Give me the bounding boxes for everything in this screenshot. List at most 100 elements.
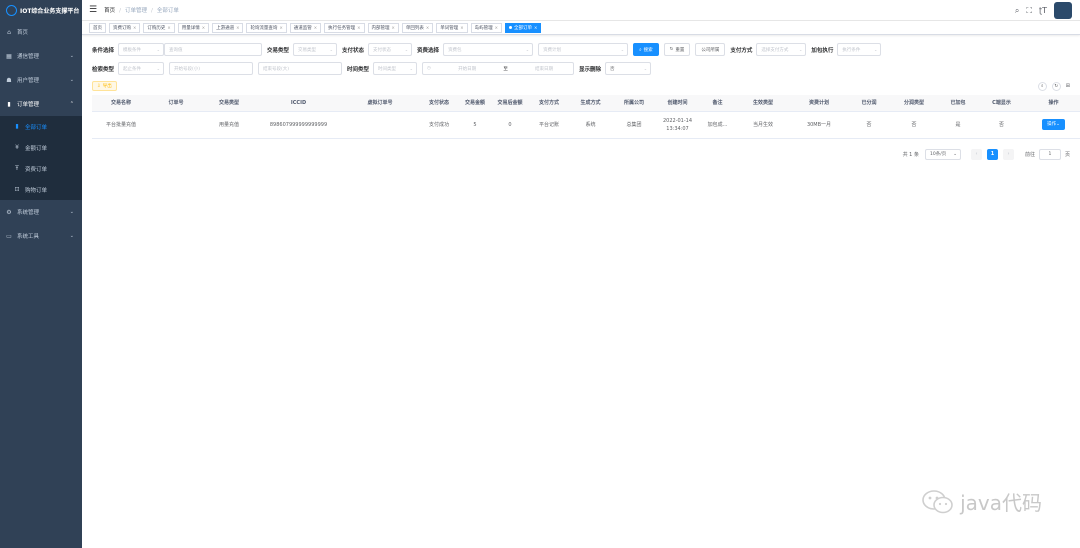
company-button[interactable]: 公司所属	[695, 43, 726, 56]
search-icon[interactable]: ⌕	[1015, 6, 1019, 16]
search-toggle-icon[interactable]: ⌕	[1037, 81, 1047, 91]
tab-9[interactable]: 单回列表 ×	[401, 22, 434, 33]
table-cell: 0	[491, 111, 529, 139]
close-icon[interactable]: ×	[426, 25, 429, 30]
column-header: 已分润	[848, 95, 890, 112]
table-cell: 否	[890, 111, 938, 139]
table-toolbar: ⇩ 导出 ⌕ ↻ ⊞	[92, 80, 1070, 92]
breadcrumb-home[interactable]: 首页	[104, 8, 115, 14]
table-cell: 是	[938, 111, 978, 139]
tab-0[interactable]: 首页	[89, 22, 106, 33]
column-header: C端显示	[978, 95, 1025, 112]
sidebar-item-shopping-orders[interactable]: ⊡ 购物订单	[0, 179, 82, 200]
close-icon[interactable]: ×	[236, 25, 239, 30]
search-button[interactable]: ⌕ 搜索	[633, 43, 659, 56]
calendar-icon: ◷	[427, 66, 431, 71]
sidebar-item-communication[interactable]: ▦ 通信管理 ⌄	[0, 44, 82, 68]
goto-label: 前往	[1024, 151, 1035, 158]
order-submenu: ▮ 全部订单 ¥ 金额订单 Ŧ 资费订单 ⊡ 购物订单	[0, 116, 82, 200]
column-header: 已加包	[938, 95, 978, 112]
end-number-input[interactable]: 结束号段(大)	[258, 62, 343, 75]
fullscreen-icon[interactable]: ⛶	[1026, 6, 1032, 16]
close-icon[interactable]: ×	[534, 25, 537, 30]
exec-select[interactable]: 执行条件 ⌄	[837, 43, 882, 56]
chevron-down-icon: ⌄	[404, 47, 409, 52]
column-header: 交易名称	[92, 95, 150, 112]
tab-6[interactable]: 通道监管 ×	[289, 22, 322, 33]
avatar[interactable]	[1054, 2, 1072, 19]
home-icon: ⌂	[7, 28, 11, 36]
table-header: 交易名称 订单号 交易类型 ICCID 虚拟订单号 支付状态 交易金额 交易后金额 支付方式 生成…	[92, 95, 1080, 112]
sidebar-item-orders[interactable]: ▮ 订单管理 ⌃	[0, 92, 82, 116]
font-size-icon[interactable]: ʈT	[1039, 6, 1047, 15]
sidebar-item-tools[interactable]: ▭ 系统工具 ⌄	[0, 224, 82, 248]
next-page-button[interactable]: ›	[1002, 148, 1014, 160]
sidebar-item-home[interactable]: ⌂ 首页	[0, 20, 82, 44]
tab-5[interactable]: 轮询流量查询 ×	[246, 22, 287, 33]
close-icon[interactable]: ×	[133, 25, 136, 30]
column-header: 生成方式	[569, 95, 612, 112]
user-icon: ☗	[6, 76, 12, 84]
pay-status-select[interactable]: 支付状态 ⌄	[368, 43, 413, 56]
tariff-package-select[interactable]: 资费包 ⌄	[443, 43, 534, 56]
prev-page-button[interactable]: ‹	[970, 148, 982, 160]
export-button[interactable]: ⇩ 导出	[92, 81, 117, 91]
page-unit: 页	[1064, 151, 1070, 158]
condition-select[interactable]: 模板条件 ⌄	[118, 43, 165, 56]
tab-2[interactable]: 订购历史 ×	[143, 22, 175, 33]
page-size-select[interactable]: 10条/页 ⌄	[924, 148, 961, 160]
tab-10[interactable]: 单词管理 ×	[436, 22, 468, 33]
tab-8[interactable]: 内部管理 ×	[367, 22, 399, 33]
tab-7[interactable]: 执行任务管理 ×	[324, 22, 365, 33]
navbar: ☰ 首页 / 订单管理 / 全部订单 ⌕ ⛶ ʈT	[82, 0, 1080, 21]
time-type-select[interactable]: 时间类型 ⌄	[373, 62, 418, 75]
total-count: 共 1 条	[902, 151, 919, 158]
table-body: 平台批量充值 用量充值 898607999999999999 支付成功 5 0 平台记账 系统…	[92, 111, 1080, 139]
close-icon[interactable]: ×	[314, 25, 317, 30]
sidebar-item-all-orders[interactable]: ▮ 全部订单	[0, 116, 82, 137]
column-header: 所属公司	[612, 95, 656, 112]
column-header: 虚拟订单号	[341, 95, 419, 112]
hamburger-icon[interactable]: ☰	[89, 5, 97, 15]
close-icon[interactable]: ×	[202, 25, 205, 30]
start-number-input[interactable]: 开始号段(小)	[169, 62, 254, 75]
trade-type-select[interactable]: 交易类型 ⌄	[293, 43, 338, 56]
columns-icon[interactable]: ⊞	[1066, 83, 1070, 89]
reset-button[interactable]: ↻ 重置	[663, 43, 691, 56]
close-icon[interactable]: ×	[392, 25, 395, 30]
goto-input[interactable]: 1	[1038, 148, 1061, 160]
chevron-down-icon: ⌄	[799, 47, 803, 52]
filter-row-1: 条件选择 模板条件 ⌄ 查询值 交易类型 交易类型 ⌄ 支付状态 支付状态 ⌄ 资费选…	[92, 42, 1070, 57]
close-icon[interactable]: ×	[167, 25, 170, 30]
tariff-plan-select[interactable]: 资费计划 ⌄	[538, 43, 629, 56]
chevron-down-icon: ⌄	[69, 77, 74, 83]
tab-3[interactable]: 用量详情 ×	[177, 22, 210, 33]
close-icon[interactable]: ×	[357, 25, 360, 30]
tab-12[interactable]: 全部订单 ×	[504, 22, 542, 33]
table-cell: 平台记账	[529, 111, 569, 139]
table-cell: 否	[848, 111, 890, 139]
sidebar-item-amount-orders[interactable]: ¥ 金额订单	[0, 137, 82, 158]
download-icon: ⇩	[97, 83, 101, 89]
column-header: 交易后金额	[491, 95, 529, 112]
sidebar-item-users[interactable]: ☗ 用户管理 ⌄	[0, 68, 82, 92]
close-icon[interactable]: ×	[279, 25, 282, 30]
page-number[interactable]: 1	[986, 148, 998, 160]
show-deleted-select[interactable]: 否 ⌄	[605, 62, 652, 75]
sidebar-item-system[interactable]: ⚙ 系统管理 ⌄	[0, 200, 82, 224]
tab-4[interactable]: 上游通道 ×	[212, 22, 244, 33]
tab-1[interactable]: 资费订购 ×	[109, 22, 141, 33]
table-tools: ⌕ ↻ ⊞	[1033, 81, 1070, 91]
tab-11[interactable]: 岛屿管理 ×	[470, 22, 502, 33]
sidebar-item-tariff-orders[interactable]: Ŧ 资费订单	[0, 158, 82, 179]
pay-method-select[interactable]: 选择支付方式 ⌄	[756, 43, 807, 56]
table-row: 平台批量充值 用量充值 898607999999999999 支付成功 5 0 平台记账 系统…	[92, 111, 1080, 139]
close-icon[interactable]: ×	[495, 25, 498, 30]
operate-button[interactable]: 操作 ⌄	[1042, 119, 1065, 130]
date-range-picker[interactable]: ◷ 开始日期 至 结束日期	[422, 62, 575, 75]
search-type-select[interactable]: 起止条件 ⌄	[118, 62, 165, 75]
chevron-down-icon: ⌄	[329, 47, 334, 52]
close-icon[interactable]: ×	[460, 25, 463, 30]
refresh-icon[interactable]: ↻	[1051, 81, 1061, 91]
condition-input[interactable]: 查询值	[164, 43, 263, 56]
